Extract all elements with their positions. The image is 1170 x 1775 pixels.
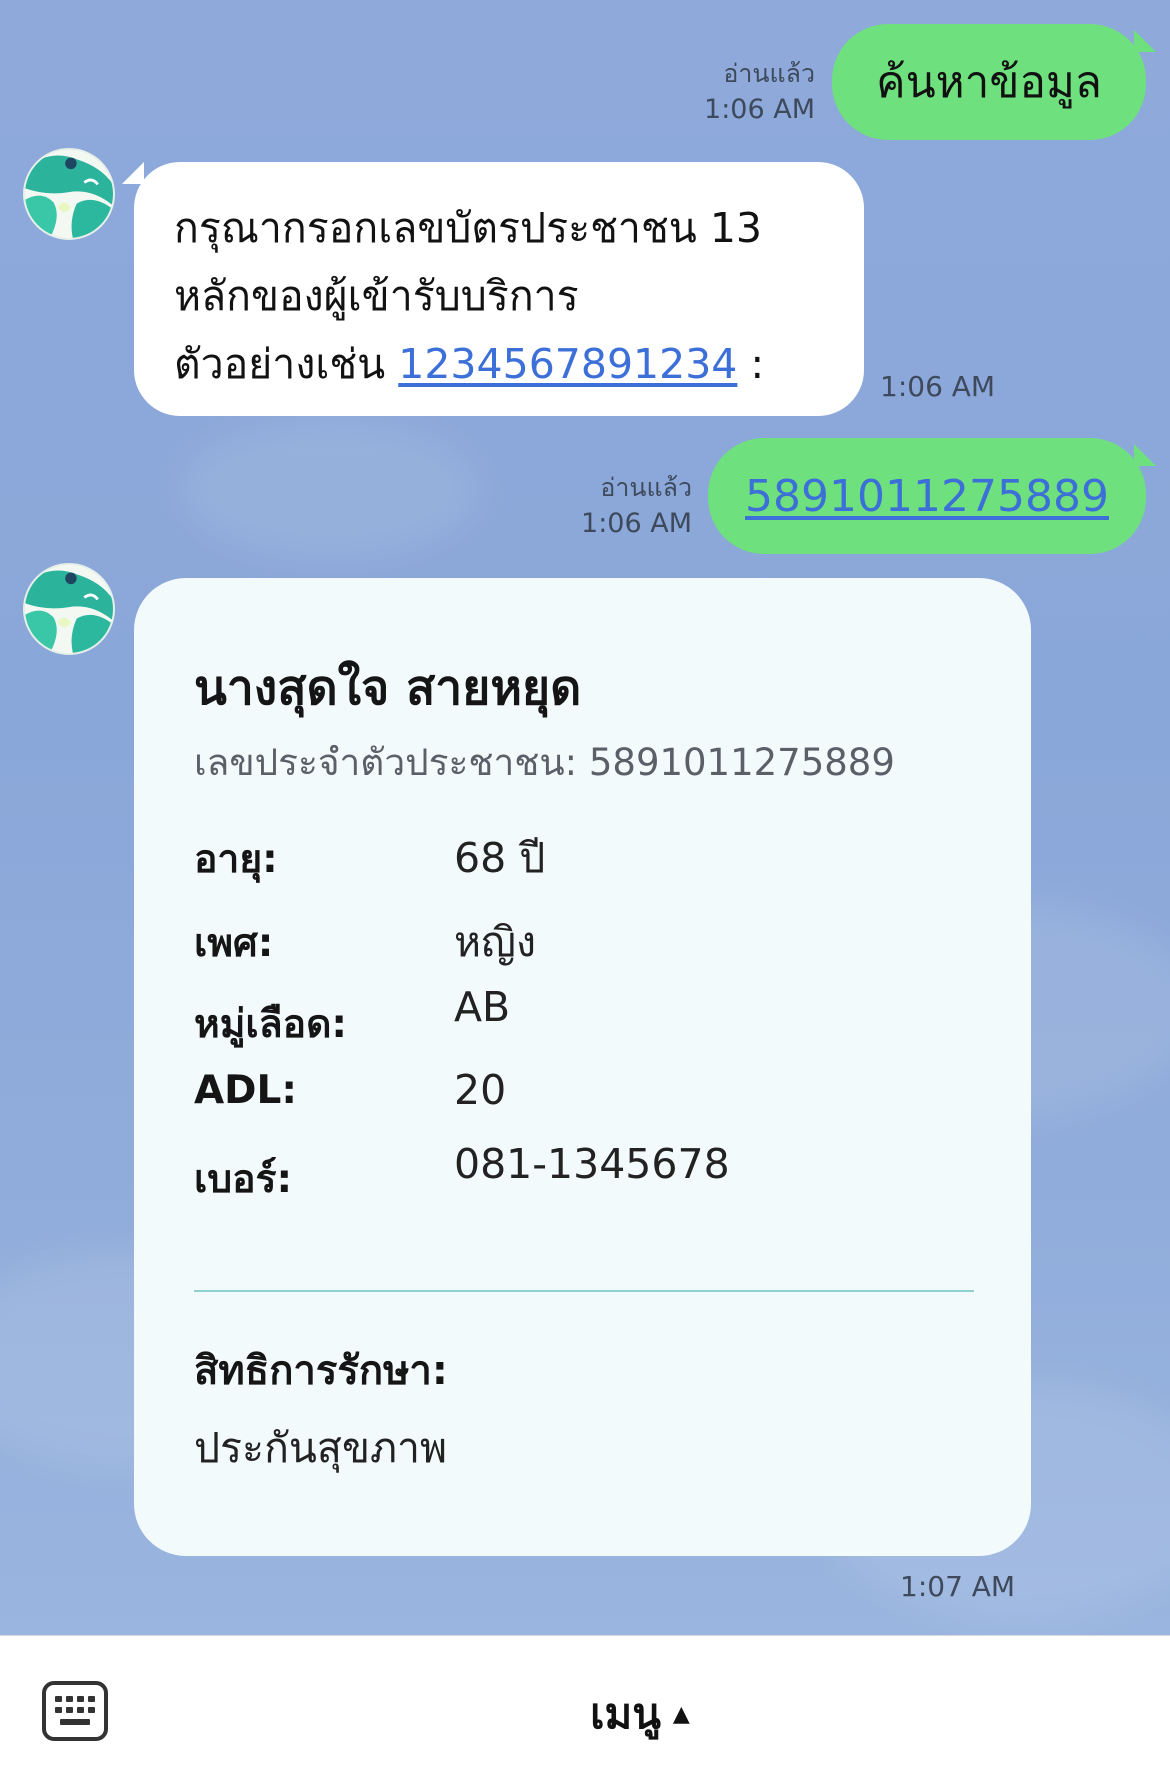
- bottom-bar: เมนู ▲: [0, 1635, 1170, 1775]
- blood-type-label: หมู่เลือด:: [194, 1002, 347, 1047]
- menu-label: เมนู: [590, 1689, 661, 1738]
- message-time: 1:07 AM: [900, 1570, 1016, 1603]
- adl-label: ADL:: [194, 1068, 298, 1113]
- message-line-prefix: ตัวอย่างเช่น: [174, 340, 386, 388]
- outgoing-message-bubble[interactable]: 5891011275889: [708, 438, 1146, 554]
- bot-avatar-icon: [25, 565, 113, 653]
- message-line: หลักของผู้เข้ารับบริการ: [174, 272, 579, 320]
- keyboard-icon[interactable]: [42, 1681, 108, 1741]
- phone-value: 081-1345678: [454, 1140, 730, 1188]
- gender-value: หญิง: [454, 918, 536, 966]
- message-time: 1:06 AM: [880, 370, 996, 403]
- message-line: ตัวอย่างเช่น 1234567891234 :: [174, 330, 814, 398]
- adl-value: 20: [454, 1066, 507, 1114]
- gender-label: เพศ:: [194, 921, 274, 966]
- patient-info-card[interactable]: นางสุดใจ สายหยุด เลขประจำตัวประชาชน: 589…: [134, 578, 1031, 1556]
- treatment-rights-label: สิทธิการรักษา:: [194, 1348, 448, 1394]
- blood-type-value: AB: [454, 983, 511, 1031]
- message-meta: อ่านแล้ว 1:06 AM: [520, 470, 692, 542]
- read-receipt: อ่านแล้ว: [723, 59, 815, 88]
- caret-up-icon: ▲: [672, 1701, 690, 1727]
- message-text: ค้นหาข้อมูล: [876, 57, 1102, 108]
- card-divider: [194, 1290, 974, 1292]
- outgoing-message-bubble[interactable]: ค้นหาข้อมูล: [832, 24, 1146, 140]
- phone-label: เบอร์:: [194, 1157, 293, 1202]
- bubble-tail: [122, 162, 144, 184]
- message-line: กรุณากรอกเลขบัตรประชาชน 13: [174, 204, 763, 252]
- example-number-link[interactable]: 1234567891234: [398, 340, 737, 388]
- menu-toggle-button[interactable]: เมนู ▲: [530, 1684, 750, 1744]
- age-value: 68 ปี: [454, 834, 546, 882]
- bot-avatar[interactable]: [23, 148, 115, 240]
- background-cloud: [180, 420, 480, 560]
- patient-id-line: เลขประจำตัวประชาชน: 5891011275889: [194, 741, 895, 784]
- bot-avatar[interactable]: [23, 563, 115, 655]
- id-number-link[interactable]: 5891011275889: [745, 471, 1109, 522]
- message-meta: อ่านแล้ว 1:06 AM: [640, 56, 815, 128]
- bot-avatar-icon: [25, 150, 113, 238]
- message-time: 1:06 AM: [704, 94, 815, 125]
- bubble-tail: [1134, 30, 1156, 52]
- message-time: 1:06 AM: [581, 508, 692, 539]
- age-label: อายุ:: [194, 837, 278, 882]
- read-receipt: อ่านแล้ว: [600, 473, 692, 502]
- chat-area[interactable]: อ่านแล้ว 1:06 AM ค้นหาข้อมูล กรุณากรอกเล…: [0, 0, 1170, 1635]
- treatment-rights-value: ประกันสุขภาพ: [194, 1424, 448, 1472]
- bubble-tail: [1134, 444, 1156, 466]
- message-line-suffix: :: [737, 340, 765, 388]
- patient-name: นางสุดใจ สายหยุด: [194, 660, 582, 716]
